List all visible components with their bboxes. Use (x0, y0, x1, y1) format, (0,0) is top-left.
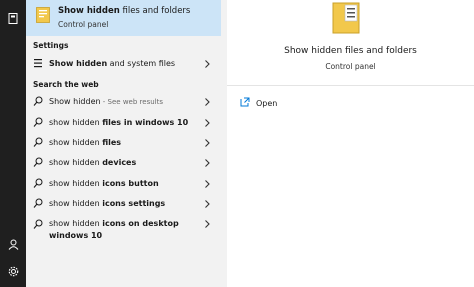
section-heading-settings: Settings (33, 41, 69, 50)
detail-title: Show hidden files and folders (284, 46, 417, 56)
search-icon (33, 137, 43, 147)
open-icon (240, 97, 250, 107)
chevron-right-icon (205, 139, 210, 147)
web-result-item[interactable]: show hidden icons button (26, 174, 221, 194)
web-result-item[interactable]: show hidden files (26, 133, 221, 153)
web-result-label: Show hidden - See web results (49, 97, 163, 106)
start-rail (0, 0, 26, 287)
web-result-label: show hidden files in windows 10 (49, 118, 189, 127)
notebook-icon[interactable] (5, 10, 21, 26)
chevron-right-icon (205, 180, 210, 188)
chevron-right-icon (205, 159, 210, 167)
settings-item-label: Show hidden and system files (49, 59, 176, 68)
web-result-label: show hidden icons on desktop windows 10 (49, 219, 179, 240)
best-match-title: Show hidden files and folders (58, 6, 191, 16)
web-result-item[interactable]: show hidden icons settings (26, 194, 221, 214)
folder-options-icon (332, 2, 360, 34)
chevron-right-icon (205, 200, 210, 208)
web-result-item[interactable]: show hidden devices (26, 153, 221, 173)
user-icon[interactable] (5, 236, 21, 252)
folder-options-icon (36, 7, 50, 23)
chevron-right-icon (205, 98, 210, 106)
detail-header: Show hidden files and folders Control pa… (227, 0, 474, 86)
detail-subtitle: Control panel (325, 62, 376, 71)
search-icon (33, 178, 43, 188)
web-result-item[interactable]: show hidden files in windows 10 (26, 113, 221, 133)
web-result-label: show hidden devices (49, 158, 137, 167)
search-icon (33, 157, 43, 167)
web-result-label: show hidden icons button (49, 179, 159, 188)
search-icon (33, 117, 43, 127)
open-action-label: Open (256, 99, 278, 108)
chevron-right-icon (205, 220, 210, 228)
best-match-subtitle: Control panel (58, 20, 109, 29)
web-result-label: show hidden icons settings (49, 199, 166, 208)
settings-item[interactable]: Show hidden and system files (26, 54, 221, 74)
web-result-item[interactable]: Show hidden - See web results (26, 92, 221, 112)
settings-list-icon (34, 59, 42, 68)
detail-pane: Show hidden files and folders Control pa… (227, 0, 474, 287)
search-results-pane: Show hidden files and folders Control pa… (26, 0, 221, 287)
chevron-right-icon (205, 119, 210, 127)
open-action[interactable]: Open (240, 97, 300, 111)
chevron-right-icon (205, 60, 210, 68)
section-heading-web: Search the web (33, 80, 99, 89)
search-icon (33, 219, 43, 229)
search-icon (33, 96, 43, 106)
web-result-label: show hidden files (49, 138, 122, 147)
web-result-item[interactable]: show hidden icons on desktop windows 10 (26, 215, 221, 245)
settings-gear-icon[interactable] (5, 263, 21, 279)
best-match-item[interactable]: Show hidden files and folders Control pa… (26, 0, 221, 36)
search-icon (33, 198, 43, 208)
